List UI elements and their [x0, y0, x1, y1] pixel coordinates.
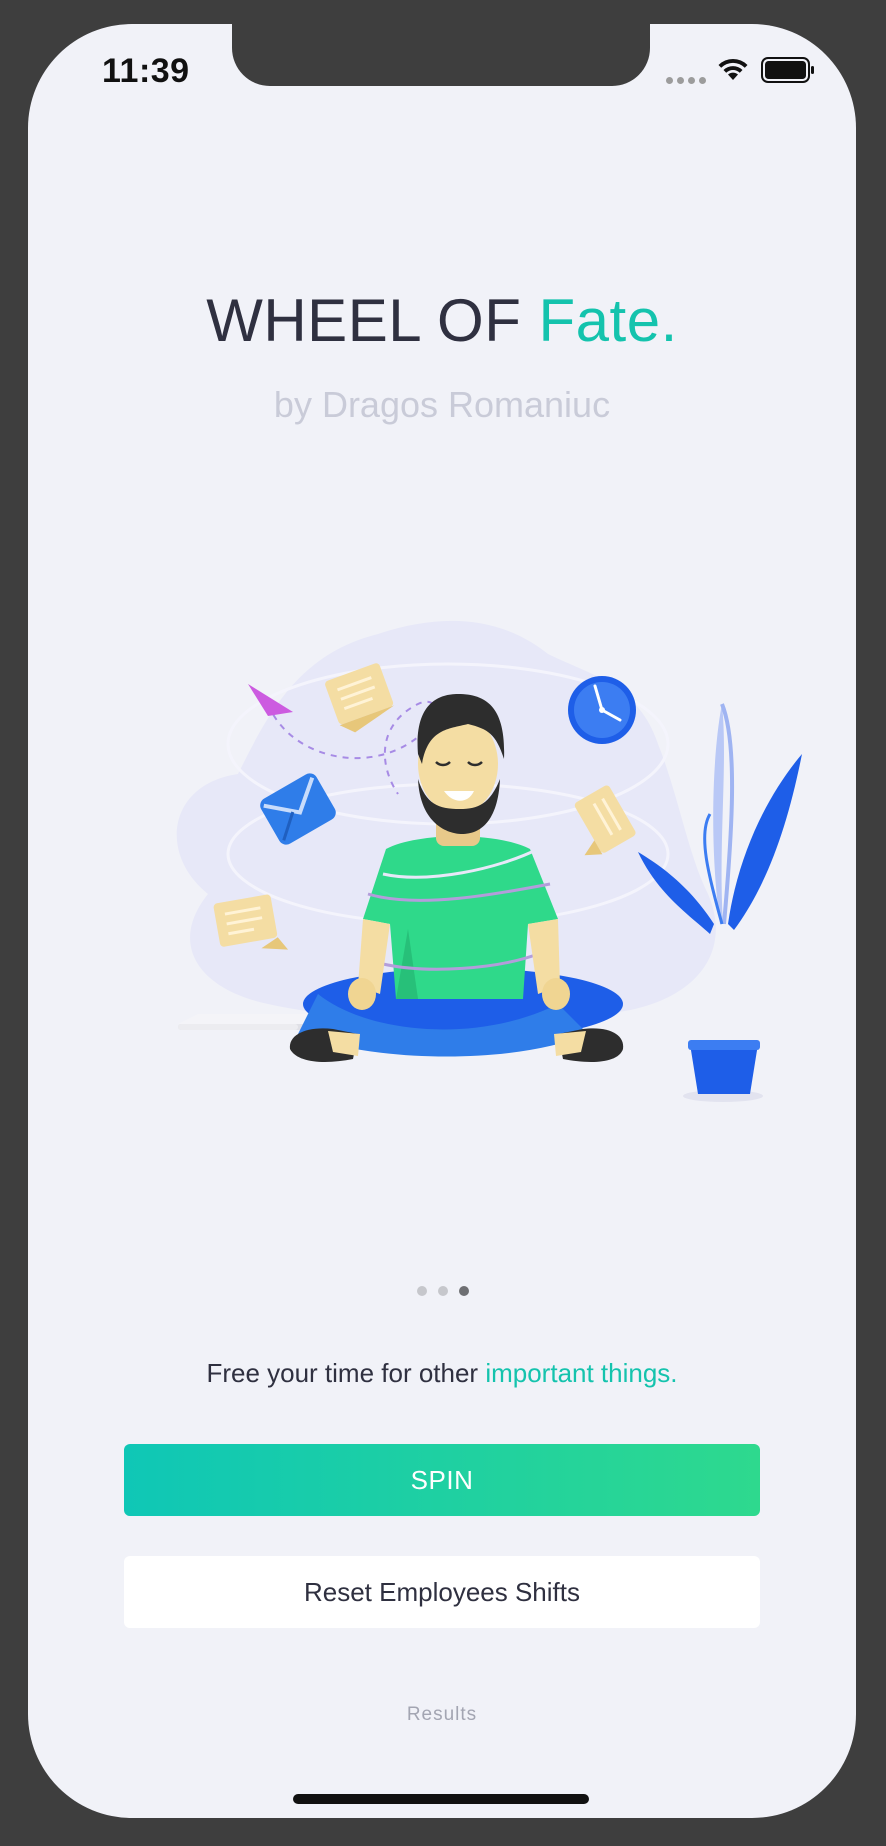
page-dot[interactable]: [438, 1286, 448, 1296]
device-notch: [232, 24, 650, 86]
app-title-accent: Fate.: [538, 287, 678, 354]
home-indicator[interactable]: [293, 1794, 589, 1804]
wifi-icon: [718, 58, 748, 80]
tagline-text: Free your time for other: [206, 1358, 479, 1388]
app-subtitle: by Dragos Romaniuc: [273, 384, 611, 425]
tagline: Free your time for other important thing…: [28, 1358, 856, 1389]
tagline-accent: important things.: [485, 1358, 678, 1388]
app-title: WHEEL OF Fate.: [28, 286, 856, 355]
battery-icon: [761, 57, 814, 83]
phone-screen: 11:39 WHEEL OF Fate. by Dragos Romaniuc: [28, 24, 856, 1818]
status-time: 11:39: [102, 52, 190, 90]
reset-shifts-button[interactable]: Reset Employees Shifts: [124, 1556, 760, 1628]
results-link[interactable]: Results: [28, 1704, 856, 1726]
page-indicator[interactable]: [417, 1286, 469, 1296]
spin-button[interactable]: SPIN: [124, 1444, 760, 1516]
app-title-main: WHEEL OF: [206, 287, 522, 354]
meditation-illustration: [176, 620, 802, 1102]
page-dot[interactable]: [417, 1286, 427, 1296]
cellular-signal-icon: [666, 77, 706, 84]
page-dot-active[interactable]: [459, 1286, 469, 1296]
